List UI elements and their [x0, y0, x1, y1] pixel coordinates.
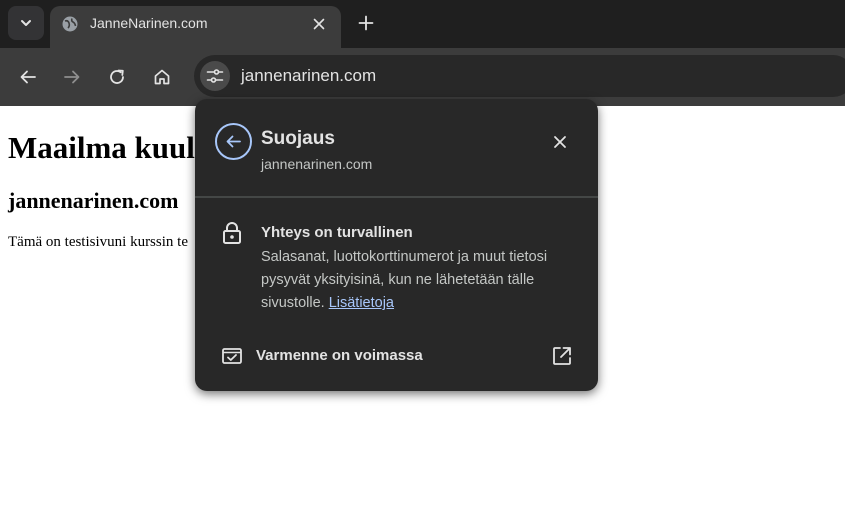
forward-button[interactable]: [58, 63, 86, 91]
toolbar: jannenarinen.com: [0, 48, 845, 106]
external-link-icon: [553, 347, 571, 365]
home-icon: [154, 69, 170, 85]
address-bar[interactable]: jannenarinen.com: [194, 55, 845, 97]
globe-icon: [62, 16, 78, 32]
active-tab[interactable]: JanneNarinen.com: [50, 6, 341, 48]
back-button[interactable]: [14, 63, 42, 91]
back-arrow-icon: [20, 70, 36, 84]
home-button[interactable]: [148, 63, 176, 91]
back-arrow-icon: [226, 135, 241, 148]
popup-close-button[interactable]: [549, 131, 571, 153]
popup-back-button[interactable]: [215, 123, 252, 160]
certificate-label: Varmenne on voimassa: [256, 347, 423, 364]
security-popup: Suojaus jannenarinen.com Yhteys on turva…: [195, 99, 598, 391]
certificate-icon: [222, 348, 242, 364]
page-paragraph: Tämä on testisivuni kurssin te: [8, 234, 188, 250]
page-heading: Maailma kuul: [8, 130, 195, 165]
popup-title: Suojaus: [261, 128, 335, 149]
page-subheading: jannenarinen.com: [8, 188, 179, 213]
close-icon: [554, 136, 566, 148]
connection-status-title: Yhteys on turvallinen: [261, 224, 413, 241]
close-icon: [313, 18, 325, 30]
tab-search-button[interactable]: [8, 6, 44, 40]
popup-divider: [195, 196, 598, 198]
tab-strip: JanneNarinen.com: [0, 0, 845, 48]
chevron-down-icon: [21, 20, 31, 26]
plus-icon: [358, 15, 374, 31]
certificate-row[interactable]: Varmenne on voimassa: [195, 337, 598, 377]
site-info-button[interactable]: [200, 61, 230, 91]
lock-icon: [223, 222, 241, 244]
tab-close-button[interactable]: [309, 14, 329, 34]
reload-button[interactable]: [103, 63, 131, 91]
url-text[interactable]: jannenarinen.com: [241, 66, 376, 86]
popup-site: jannenarinen.com: [261, 156, 373, 172]
site-info-icon: [206, 69, 224, 83]
learn-more-link[interactable]: Lisätietoja: [329, 295, 394, 311]
tab-title: JanneNarinen.com: [90, 15, 208, 31]
connection-description-text: Salasanat, luottokorttinumerot ja muut t…: [261, 249, 548, 311]
new-tab-button[interactable]: [353, 10, 379, 36]
connection-description: Salasanat, luottokorttinumerot ja muut t…: [261, 246, 581, 315]
forward-arrow-icon: [64, 70, 80, 84]
reload-icon: [110, 69, 124, 84]
